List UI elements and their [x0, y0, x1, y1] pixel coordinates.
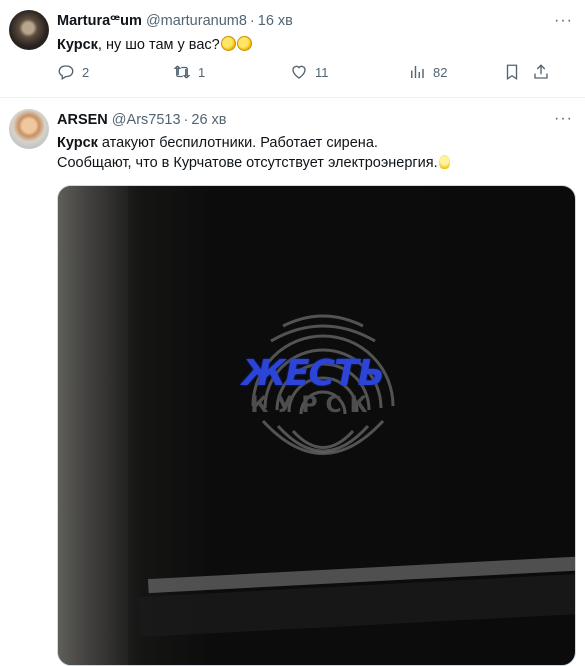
repost-button[interactable]: 1	[173, 63, 205, 81]
watermark-title: ЖЕСТЬ	[241, 353, 385, 394]
tweet-text-line-2-content: Сообщают, что в Курчатове отсутствует эл…	[57, 155, 438, 171]
tweet-text: Курск, ну шо там у вас?	[57, 35, 252, 55]
tweet-header: Marturaꟹum @marturanum8 · 16 хв	[57, 13, 293, 29]
timestamp[interactable]: 26 хв	[191, 112, 226, 128]
separator-dot: ·	[183, 112, 189, 128]
author-handle[interactable]: @Ars7513	[112, 112, 181, 128]
separator-dot: ·	[249, 13, 255, 29]
bookmark-button[interactable]	[503, 63, 528, 81]
video-media[interactable]: ЖЕСТЬ КУРСК	[57, 185, 576, 666]
timestamp[interactable]: 16 хв	[258, 13, 293, 29]
tweet-2[interactable]: ARSEN @Ars7513 · 26 хв ··· Курск атакуют б…	[0, 98, 585, 666]
more-icon[interactable]: ···	[554, 12, 573, 30]
author-handle[interactable]: @marturanum8	[146, 13, 247, 29]
like-count: 11	[315, 64, 329, 80]
views-button[interactable]: 82	[408, 63, 447, 81]
tweet-text-rest: атакуют беспилотники. Работает сирена.	[97, 135, 378, 151]
hashtag-kursk[interactable]: Курск	[57, 37, 98, 53]
share-icon	[534, 64, 548, 79]
media-frame-edge	[58, 186, 128, 665]
reply-count: 2	[82, 64, 90, 80]
tweet-text: Курск атакуют беспилотники. Работает сир…	[57, 133, 450, 173]
watermark-subtitle: КУРСК	[250, 393, 376, 418]
share-button[interactable]	[532, 63, 557, 81]
reply-icon	[58, 65, 74, 80]
monocle-emoji-icon	[236, 36, 252, 51]
avatar[interactable]	[9, 10, 49, 50]
hashtag-kursk[interactable]: Курск	[57, 135, 98, 151]
more-icon[interactable]: ···	[554, 110, 573, 128]
tweet-header: ARSEN @Ars7513 · 26 хв	[57, 112, 227, 128]
monocle-emoji-icon	[220, 36, 236, 51]
like-button[interactable]: 11	[290, 63, 329, 81]
reply-button[interactable]: 2	[57, 63, 89, 81]
light-bulb-emoji-icon	[438, 155, 450, 169]
author-name[interactable]: ARSEN	[57, 112, 108, 128]
views-icon	[411, 66, 424, 78]
like-icon	[292, 65, 306, 79]
views-count: 82	[433, 64, 448, 80]
tweet-actions: 2 1 11 82	[57, 63, 577, 87]
tweet-text-line-1: Курск атакуют беспилотники. Работает сир…	[57, 133, 450, 153]
repost-icon	[173, 65, 191, 79]
tweet-1[interactable]: Marturaꟹum @marturanum8 · 16 хв ··· Курск,…	[0, 0, 585, 98]
tweet-text-rest: , ну шо там у вас?	[97, 37, 220, 53]
tweet-text-line-2: Сообщают, что в Курчатове отсутствует эл…	[57, 153, 450, 173]
avatar[interactable]	[9, 109, 49, 149]
bookmark-icon	[506, 64, 518, 81]
repost-count: 1	[198, 64, 206, 80]
author-name[interactable]: Marturaꟹum	[57, 13, 142, 29]
